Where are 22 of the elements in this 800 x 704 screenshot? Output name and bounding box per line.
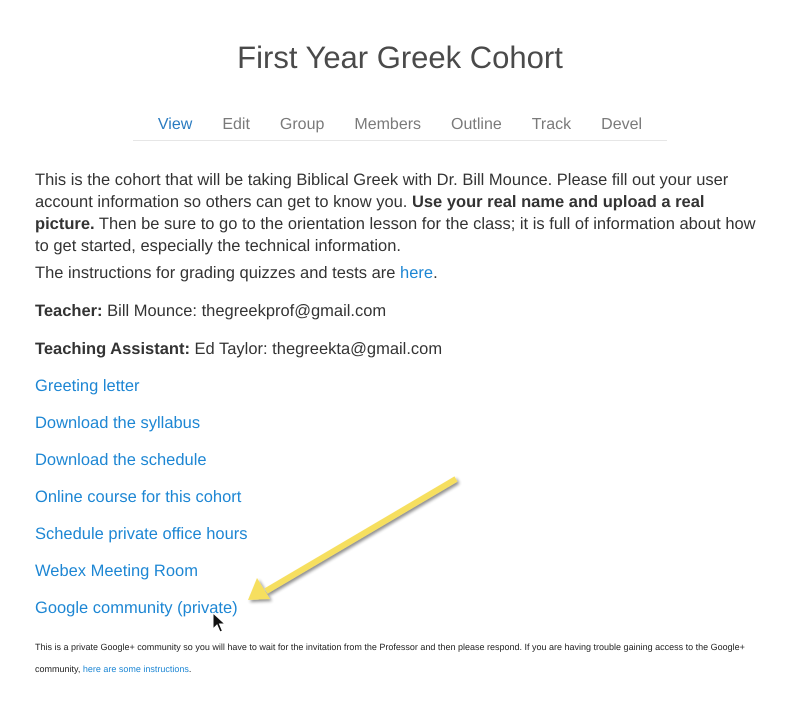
page-title: First Year Greek Cohort [236, 39, 564, 77]
tab[interactable]: Outline [436, 113, 517, 140]
instructions-text: The instructions for grading quizzes and tests are here. [35, 263, 439, 284]
tab[interactable]: Edit [207, 113, 265, 140]
tab[interactable]: Devel [586, 113, 658, 140]
here-link[interactable]: here [400, 264, 434, 282]
page-link[interactable]: Greeting letter [35, 375, 140, 397]
tab[interactable]: Track [516, 113, 586, 140]
page-link[interactable]: Google community (private) [35, 597, 238, 619]
contact-line: Teaching Assistant: Ed Taylor: thegreekta@gmail.com [35, 339, 444, 360]
tab[interactable]: Members [339, 113, 436, 140]
page-link[interactable]: Schedule private office hours [35, 523, 248, 545]
tab[interactable]: View [142, 113, 208, 140]
page-link[interactable]: Webex Meeting Room [35, 560, 198, 582]
intro-paragraph: This is the cohort that will be taking Biblical Greek with Dr. Bill Mounce. Please fill out your user account information so others can get to know you. Use your real name and upload a real picture. Then be sure to go to the orientation lesson for the class; it is full of information about how to get started, especially the technical information. [35, 170, 757, 257]
instructions-link[interactable]: here are some instructions [82, 664, 189, 674]
page-link[interactable]: Online course for this cohort [35, 486, 242, 508]
tab[interactable]: Group [264, 113, 340, 140]
note-text: This is a private Google+ community so you will have to wait for the invitation from the Professor and then please respond. If you are having trouble gaining access to the Google+ community, here are some instructions. [35, 641, 746, 676]
contact-line: Teacher: Bill Mounce: thegreekprof@gmail.com [35, 301, 388, 322]
page-link[interactable]: Download the syllabus [35, 412, 200, 434]
page-link[interactable]: Download the schedule [35, 449, 207, 471]
